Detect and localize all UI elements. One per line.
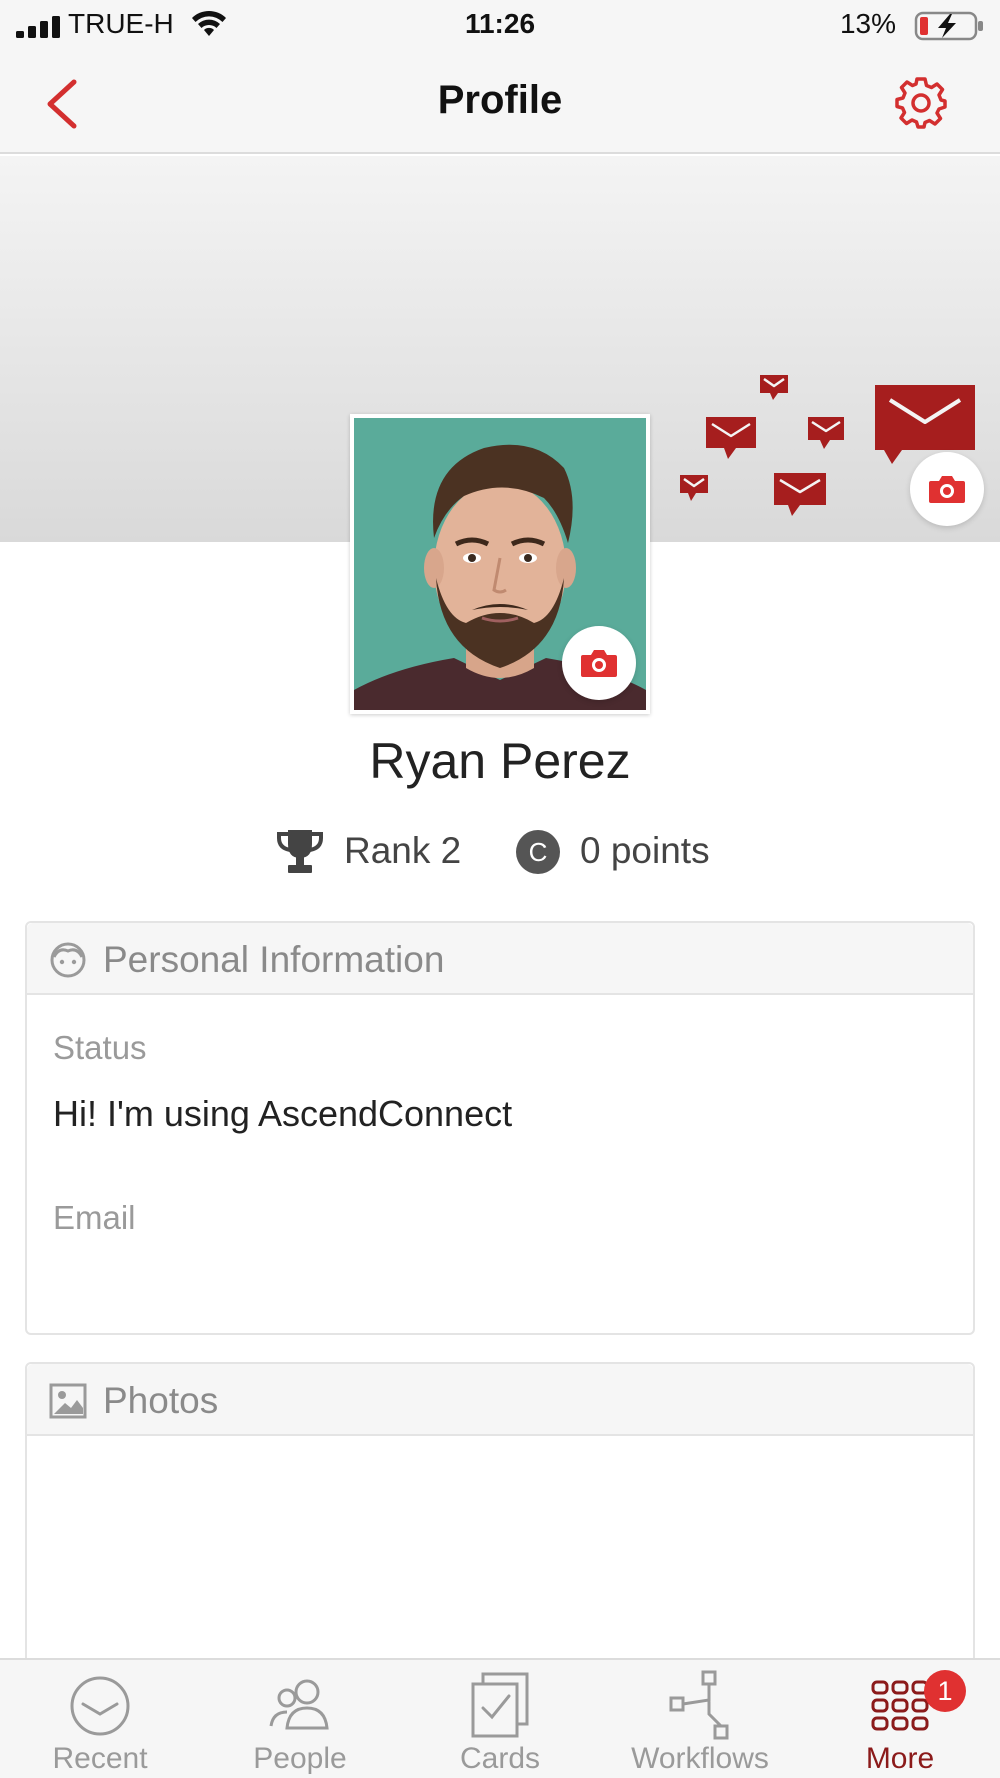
coin-icon: C	[516, 830, 560, 874]
workflow-icon	[669, 1670, 729, 1740]
card-header: Personal Information	[27, 923, 973, 995]
points-label: 0 points	[580, 830, 710, 871]
tab-label: Recent	[52, 1742, 148, 1775]
tab-recent[interactable]: Recent	[0, 1660, 200, 1778]
cover-camera-button[interactable]	[910, 452, 984, 526]
email-label: Email	[53, 1199, 136, 1236]
tab-bar: Recent People Cards Workflows 1 More	[0, 1658, 1000, 1778]
trophy-icon	[277, 830, 323, 873]
status-value: Hi! I'm using AscendConnect	[53, 1093, 513, 1134]
tab-people[interactable]: People	[200, 1660, 400, 1778]
grid-icon	[871, 1680, 929, 1731]
status-label: Status	[53, 1029, 147, 1066]
battery-charging-icon	[914, 11, 983, 41]
tab-label: People	[253, 1742, 347, 1775]
tab-label: Cards	[459, 1742, 541, 1775]
notification-badge: 1	[924, 1670, 966, 1712]
tab-cards[interactable]: Cards	[400, 1660, 600, 1778]
avatar-camera-button[interactable]	[562, 626, 636, 700]
gear-icon[interactable]	[894, 76, 948, 130]
people-icon	[269, 1679, 329, 1730]
profile-name: Ryan Perez	[369, 733, 631, 789]
profile-stats: Rank 2 C 0 points	[0, 826, 1000, 876]
face-icon	[50, 942, 86, 978]
page-title: Profile	[437, 78, 563, 122]
personal-information-card: Personal Information Status Hi! I'm usin…	[25, 921, 975, 1335]
card-header: Photos	[27, 1364, 973, 1436]
tab-workflows[interactable]: Workflows	[600, 1660, 800, 1778]
rank-label: Rank 2	[344, 830, 462, 871]
camera-icon	[581, 650, 617, 677]
battery-percent: 13%	[839, 8, 896, 39]
status-bar: TRUE-H 11:26 13%	[0, 0, 1000, 52]
tab-more[interactable]: 1 More	[800, 1660, 1000, 1778]
image-icon	[49, 1383, 87, 1419]
card-title: Photos	[103, 1380, 219, 1421]
cards-icon	[471, 1672, 529, 1738]
card-title: Personal Information	[103, 939, 445, 980]
nav-bar: Profile	[0, 52, 1000, 154]
camera-icon	[929, 476, 965, 503]
tab-label: More	[865, 1742, 935, 1775]
tab-label: Workflows	[631, 1742, 769, 1775]
clock-icon	[70, 1676, 130, 1736]
